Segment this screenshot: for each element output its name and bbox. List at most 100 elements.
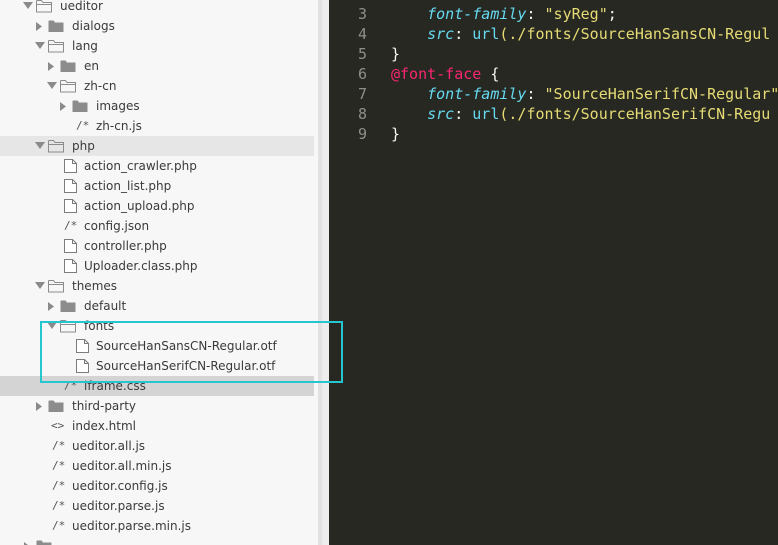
line-number: 9 xyxy=(357,125,367,143)
tree-item[interactable]: images xyxy=(0,96,314,116)
code-token: url xyxy=(472,25,500,43)
code-editor[interactable]: 3 font-family: "syReg"; 4 src: url(./font… xyxy=(329,0,778,545)
chevron-down-icon[interactable] xyxy=(34,136,46,156)
code-line[interactable]: 9} xyxy=(329,124,778,144)
code-text: src: url(./fonts/SourceHanSerifCN-Regu xyxy=(391,104,770,124)
line-number: 3 xyxy=(357,5,367,23)
code-text: @font-face { xyxy=(391,64,499,84)
file-icon xyxy=(76,359,92,373)
tree-item[interactable]: action_crawler.php xyxy=(0,156,314,176)
code-token: : xyxy=(526,85,545,103)
code-line[interactable]: 4 src: url(./fonts/SourceHanSansCN-Regul xyxy=(329,24,778,44)
tree-item-label: zh-cn.js xyxy=(96,119,142,133)
code-line[interactable]: 5} xyxy=(329,44,778,64)
tree-item-label: images xyxy=(96,99,140,113)
chevron-down-icon[interactable] xyxy=(34,36,46,56)
tree-item[interactable]: /* ueditor.all.js xyxy=(0,436,314,456)
tree-item[interactable]: lang xyxy=(0,36,314,56)
tree-item-label: SourceHanSerifCN-Regular.otf xyxy=(96,359,276,373)
code-line[interactable]: 6 @font-face { xyxy=(329,64,778,84)
file-icon xyxy=(64,259,80,273)
folder-open-icon xyxy=(48,279,64,293)
code-token: : xyxy=(526,5,545,23)
chevron-right-icon[interactable] xyxy=(46,296,58,316)
chevron-down-icon[interactable] xyxy=(46,76,58,96)
tree-item[interactable]: fonts xyxy=(0,316,314,336)
tree-item[interactable]: /* ueditor.parse.min.js xyxy=(0,516,314,536)
code-token: font-family xyxy=(427,5,527,23)
tree-item[interactable]: action_list.php xyxy=(0,176,314,196)
tree-item[interactable]: action_upload.php xyxy=(0,196,314,216)
tree-item[interactable]: controller.php xyxy=(0,236,314,256)
code-token: { xyxy=(481,65,500,83)
comment-file-icon: /* xyxy=(52,479,66,492)
folder-icon xyxy=(36,539,52,545)
pane-divider[interactable] xyxy=(322,0,329,545)
tree-item[interactable]: default xyxy=(0,296,314,316)
tree-item[interactable]: /* iframe.css xyxy=(0,376,314,396)
chevron-right-icon[interactable] xyxy=(34,16,46,36)
tree-item[interactable]: dialogs xyxy=(0,16,314,36)
folder-open-icon xyxy=(36,0,52,13)
tree-item[interactable]: SourceHanSerifCN-Regular.otf xyxy=(0,356,314,376)
comment-file-icon: /* xyxy=(52,519,66,532)
comment-file-icon: /* xyxy=(64,379,78,392)
code-token: ; xyxy=(607,5,617,23)
tree-item[interactable]: /* ueditor.config.js xyxy=(0,476,314,496)
chevron-right-icon[interactable] xyxy=(22,536,34,545)
tree-item-label: controller.php xyxy=(84,239,167,253)
tree-item[interactable]: /* config.json xyxy=(0,216,314,236)
tree-item-label: ueditor.all.min.js xyxy=(72,459,172,473)
file-icon xyxy=(64,179,80,193)
tree-item[interactable]: php xyxy=(0,136,314,156)
comment-file-icon: /* xyxy=(76,119,90,132)
code-token: url xyxy=(472,105,500,123)
code-text: } xyxy=(391,124,400,144)
code-token: : xyxy=(454,25,473,43)
comment-file-icon: /* xyxy=(64,219,78,232)
tree-item[interactable] xyxy=(0,536,314,545)
code-token: (./fonts/SourceHanSerifCN-Regu xyxy=(499,105,771,123)
tree-item-label: lang xyxy=(72,39,98,53)
tree-item[interactable]: themes xyxy=(0,276,314,296)
file-icon xyxy=(64,159,80,173)
tree-item-label: iframe.css xyxy=(84,379,146,393)
tree-item[interactable]: SourceHanSansCN-Regular.otf xyxy=(0,336,314,356)
code-token: : xyxy=(454,105,473,123)
folder-open-icon xyxy=(48,139,64,153)
folder-icon xyxy=(72,99,88,113)
tree-item[interactable]: ueditor xyxy=(0,0,314,16)
tree-item[interactable]: /* ueditor.all.min.js xyxy=(0,456,314,476)
tree-item[interactable]: third-party xyxy=(0,396,314,416)
tree-item-label: SourceHanSansCN-Regular.otf xyxy=(96,339,277,353)
chevron-down-icon[interactable] xyxy=(34,276,46,296)
tree-item[interactable]: zh-cn xyxy=(0,76,314,96)
code-token: } xyxy=(391,45,401,63)
tree-item[interactable]: /* zh-cn.js xyxy=(0,116,314,136)
tree-item[interactable]: /* ueditor.parse.js xyxy=(0,496,314,516)
tree-item-label: ueditor.all.js xyxy=(72,439,146,453)
file-tree-sidebar: ueditor dialogs lang en zh-cn images /* zh-cn.j… xyxy=(0,0,314,545)
file-icon xyxy=(76,339,92,353)
tree-item[interactable]: en xyxy=(0,56,314,76)
code-text: font-family: "syReg"; xyxy=(391,4,617,24)
code-line[interactable]: 8 src: url(./fonts/SourceHanSerifCN-Regu xyxy=(329,104,778,124)
code-token: (./fonts/SourceHanSansCN-Regul xyxy=(499,25,771,43)
code-line[interactable]: 7 font-family: "SourceHanSerifCN-Regular… xyxy=(329,84,778,104)
chevron-down-icon[interactable] xyxy=(46,316,58,336)
chevron-down-icon[interactable] xyxy=(22,0,34,16)
chevron-right-icon[interactable] xyxy=(34,396,46,416)
code-token: src xyxy=(427,105,455,123)
tree-item[interactable]: <> index.html xyxy=(0,416,314,436)
folder-icon xyxy=(48,19,64,33)
folder-open-icon xyxy=(48,39,64,53)
tree-item-label: ueditor.parse.js xyxy=(72,499,165,513)
chevron-right-icon[interactable] xyxy=(58,96,70,116)
tree-item[interactable]: Uploader.class.php xyxy=(0,256,314,276)
chevron-right-icon[interactable] xyxy=(46,56,58,76)
tree-item-label: en xyxy=(84,59,99,73)
code-line[interactable]: 3 font-family: "syReg"; xyxy=(329,4,778,24)
